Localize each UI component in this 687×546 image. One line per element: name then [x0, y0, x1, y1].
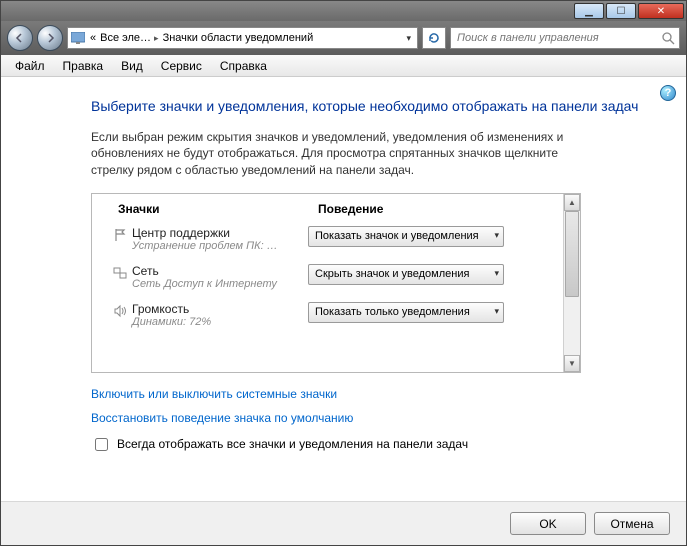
maximize-button[interactable]: ☐ [606, 3, 636, 19]
forward-button[interactable] [37, 25, 63, 51]
icons-panel: Значки Поведение Центр поддержки Устране… [91, 193, 581, 373]
always-show-row: Всегда отображать все значки и уведомлен… [91, 435, 656, 454]
row-subtitle: Динамики: 72% [132, 316, 300, 328]
breadcrumb-item-all[interactable]: Все эле…▸ [100, 32, 158, 44]
column-headers: Значки Поведение [108, 202, 551, 216]
always-show-label: Всегда отображать все значки и уведомлен… [117, 437, 468, 451]
table-row: Сеть Сеть Доступ к Интернету Скрыть знач… [108, 264, 551, 290]
always-show-checkbox[interactable] [95, 438, 108, 451]
page-title: Выберите значки и уведомления, которые н… [91, 97, 656, 117]
header-icons: Значки [118, 202, 318, 216]
cancel-button[interactable]: Отмена [594, 512, 670, 535]
scroll-up-button[interactable]: ▲ [564, 194, 580, 211]
menu-file[interactable]: Файл [7, 57, 53, 75]
menu-view[interactable]: Вид [113, 57, 151, 75]
flag-icon [108, 226, 132, 242]
ok-button[interactable]: OK [510, 512, 586, 535]
control-panel-window: ▁ ☐ ✕ « Все эле…▸ Значки области уведомл… [0, 0, 687, 546]
search-box[interactable] [450, 27, 680, 49]
link-restore-defaults[interactable]: Восстановить поведение значка по умолчан… [91, 411, 656, 425]
refresh-button[interactable] [422, 27, 446, 49]
panel-scrollbar[interactable]: ▲ ▼ [563, 194, 580, 372]
menu-edit[interactable]: Правка [55, 57, 112, 75]
link-system-icons[interactable]: Включить или выключить системные значки [91, 387, 656, 401]
table-row: Громкость Динамики: 72% Показать только … [108, 302, 551, 328]
links-section: Включить или выключить системные значки … [91, 387, 656, 425]
address-bar[interactable]: « Все эле…▸ Значки области уведомлений ▾ [67, 27, 418, 49]
row-name: Громкость [132, 302, 300, 316]
close-button[interactable]: ✕ [638, 3, 684, 19]
behavior-select[interactable]: Показать значок и уведомления [308, 226, 504, 247]
scroll-thumb[interactable] [565, 211, 579, 297]
menu-tools[interactable]: Сервис [153, 57, 210, 75]
row-name: Сеть [132, 264, 300, 278]
menu-bar: Файл Правка Вид Сервис Справка [1, 55, 686, 77]
address-dropdown[interactable]: ▾ [402, 33, 415, 44]
behavior-select[interactable]: Скрыть значок и уведомления [308, 264, 504, 285]
navigation-bar: « Все эле…▸ Значки области уведомлений ▾ [1, 21, 686, 55]
header-behavior: Поведение [318, 202, 383, 216]
menu-help[interactable]: Справка [212, 57, 275, 75]
titlebar: ▁ ☐ ✕ [1, 1, 686, 21]
minimize-button[interactable]: ▁ [574, 3, 604, 19]
network-icon [108, 264, 132, 280]
breadcrumb-chevrons[interactable]: « [90, 32, 96, 44]
row-name: Центр поддержки [132, 226, 300, 240]
table-row: Центр поддержки Устранение проблем ПК: …… [108, 226, 551, 252]
row-subtitle: Устранение проблем ПК: … [132, 240, 300, 252]
scroll-track[interactable] [564, 211, 580, 355]
page-description: Если выбран режим скрытия значков и увед… [91, 129, 601, 179]
control-panel-icon [70, 30, 86, 46]
scroll-down-button[interactable]: ▼ [564, 355, 580, 372]
search-input[interactable] [455, 31, 662, 45]
row-subtitle: Сеть Доступ к Интернету [132, 278, 300, 290]
footer: OK Отмена [1, 501, 686, 545]
breadcrumb-item-current[interactable]: Значки области уведомлений [163, 32, 314, 44]
volume-icon [108, 302, 132, 318]
search-icon [662, 32, 675, 45]
behavior-select[interactable]: Показать только уведомления [308, 302, 504, 323]
content-area: ? Выберите значки и уведомления, которые… [1, 77, 686, 501]
help-icon[interactable]: ? [660, 85, 676, 101]
back-button[interactable] [7, 25, 33, 51]
